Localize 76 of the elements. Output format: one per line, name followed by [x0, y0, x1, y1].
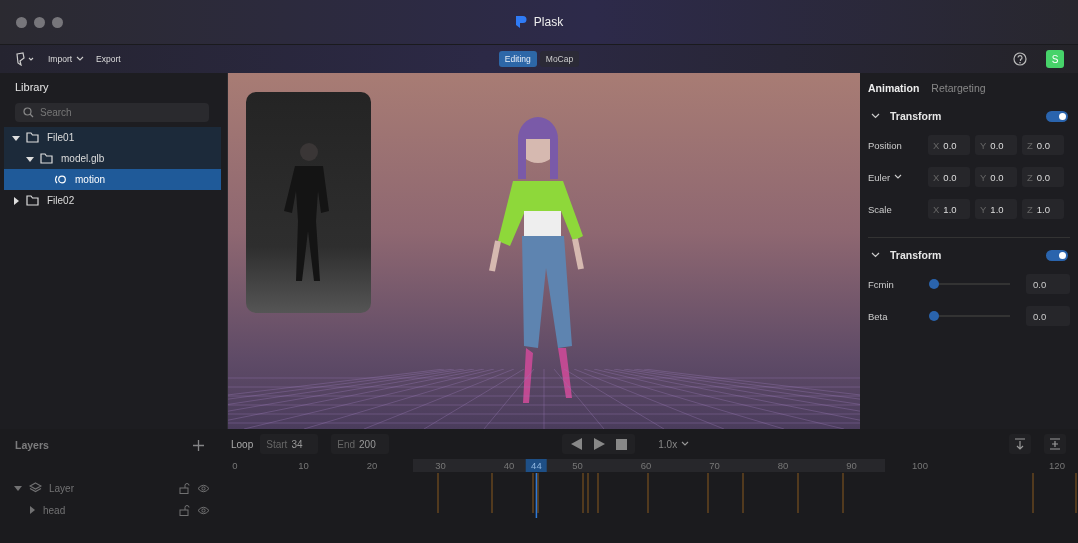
help-icon[interactable]	[1013, 52, 1027, 66]
frame-number: 80	[777, 460, 789, 471]
loop-range-band[interactable]	[413, 459, 885, 472]
panel-tab[interactable]: Animation	[868, 82, 920, 94]
arrow-down-bar-icon[interactable]	[1014, 438, 1026, 450]
property-label: Position	[868, 139, 903, 151]
speed-dropdown[interactable]: 1.0x	[658, 438, 690, 450]
close-button[interactable]	[16, 16, 27, 28]
number-field[interactable]: Z 1.0	[1022, 199, 1064, 219]
toggle-switch[interactable]	[1046, 110, 1068, 122]
disclosure-triangle-icon[interactable]	[12, 196, 20, 205]
fit-range-button[interactable]	[1044, 434, 1066, 454]
menu-item[interactable]: Export	[96, 54, 121, 64]
slider-thumb[interactable]	[929, 311, 939, 321]
disclosure-triangle-icon[interactable]	[26, 154, 34, 163]
chevron-down-icon[interactable]	[871, 113, 880, 119]
mode-tab[interactable]: MoCap	[539, 51, 580, 67]
folder-icon	[26, 195, 39, 206]
number-field[interactable]: 0.0	[1026, 274, 1070, 294]
chevron-down-icon[interactable]	[76, 56, 85, 62]
app-menu-icon[interactable]	[14, 52, 36, 66]
end-field[interactable]: End 200	[331, 434, 390, 454]
property-label[interactable]: Euler	[868, 171, 928, 183]
tree-item[interactable]: File02	[4, 190, 221, 211]
insert-key-button[interactable]	[1009, 434, 1031, 454]
frame-number: 40	[503, 460, 515, 471]
chevron-down-icon[interactable]	[871, 252, 880, 258]
slider-thumb[interactable]	[929, 279, 939, 289]
toggle-switch[interactable]	[1046, 249, 1068, 261]
panel-tab[interactable]: Retargeting	[931, 82, 986, 94]
folder-icon	[26, 132, 39, 143]
window-title: Plask	[533, 15, 564, 29]
logo-icon	[514, 15, 527, 29]
current-frame-marker[interactable]: 44	[526, 459, 547, 472]
frame-number: 120	[1049, 460, 1065, 471]
number-field[interactable]: Z 0.0	[1022, 135, 1064, 155]
frame-number: 100	[912, 460, 928, 471]
layers-icon	[29, 482, 42, 494]
motion-icon	[54, 174, 67, 185]
play-icon[interactable]	[593, 438, 607, 450]
loop-label[interactable]: Loop	[231, 438, 254, 450]
number-field[interactable]: 0.0	[1026, 306, 1070, 326]
frame-number: 10	[298, 460, 309, 471]
panel-title: Layers	[15, 439, 49, 451]
number-field[interactable]: Z 0.0	[1022, 167, 1064, 187]
previous-icon[interactable]	[570, 438, 584, 450]
search-field[interactable]: Search	[15, 103, 209, 122]
menu-item[interactable]: Import	[48, 54, 85, 64]
frame-number: 50	[572, 460, 583, 471]
chevron-down-icon[interactable]	[894, 174, 903, 180]
disclosure-triangle-icon[interactable]	[12, 133, 20, 142]
maximize-button[interactable]	[52, 16, 63, 28]
section-title: Transform	[890, 249, 942, 261]
frame-number: 30	[435, 460, 446, 471]
property-label: Scale	[868, 203, 893, 215]
frame-number: 90	[846, 460, 857, 471]
frame-number: 0	[232, 460, 238, 471]
mode-tab[interactable]: Editing	[498, 51, 537, 67]
frame-number: 20	[366, 460, 378, 471]
tree-item[interactable]: motion	[4, 169, 221, 190]
stop-icon[interactable]	[616, 438, 628, 450]
tree-item[interactable]: model.glb	[4, 148, 221, 169]
plus-between-bars-icon[interactable]	[1049, 438, 1061, 450]
frame-number: 70	[709, 460, 720, 471]
property-label: Beta	[868, 310, 889, 322]
section-title: Transform	[890, 110, 942, 122]
folder-icon	[40, 153, 53, 164]
property-label: Fcmin	[868, 278, 895, 290]
frame-number: 60	[640, 460, 652, 471]
search-icon	[23, 107, 34, 118]
viewport[interactable]	[228, 73, 860, 429]
tree-item[interactable]: File01	[4, 127, 221, 148]
minimize-button[interactable]	[34, 16, 45, 28]
chevron-down-icon[interactable]	[681, 441, 690, 447]
panel-title: Library	[14, 81, 50, 95]
start-field[interactable]: Start 34	[260, 434, 319, 454]
